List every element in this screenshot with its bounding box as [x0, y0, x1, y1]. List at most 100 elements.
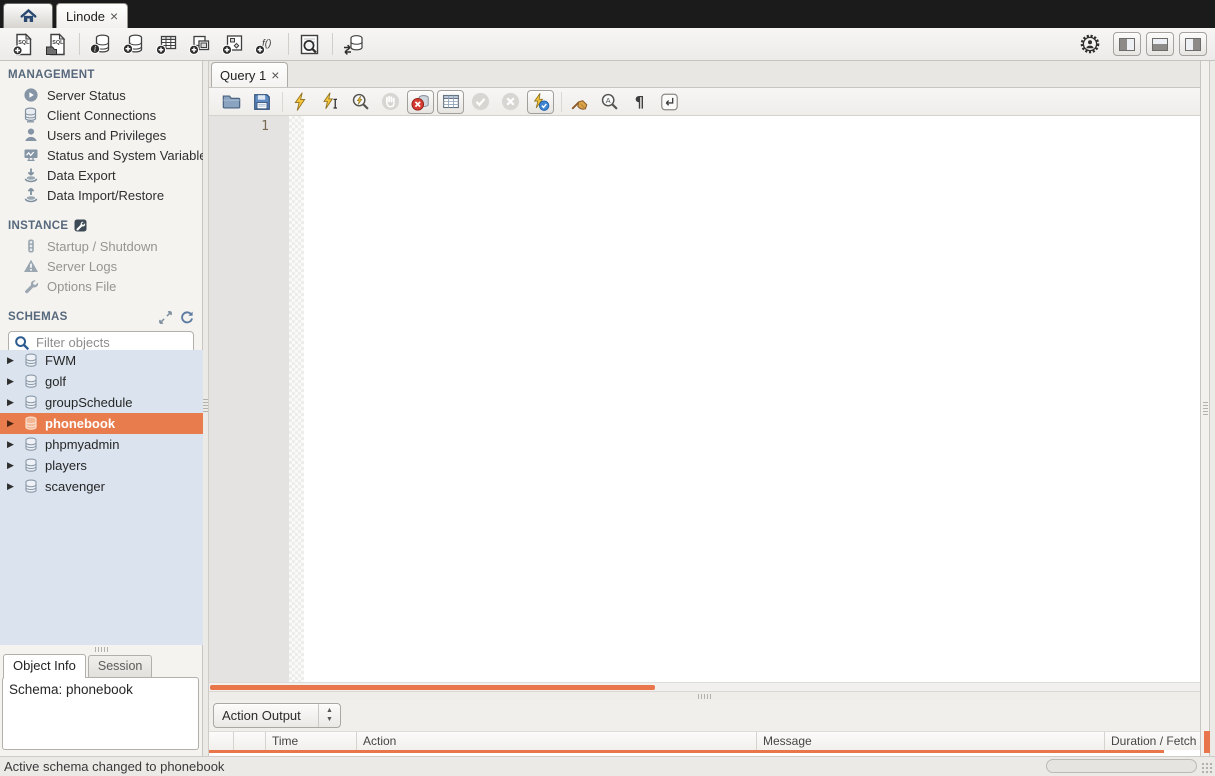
- sidebar-item-server-logs[interactable]: Server Logs: [0, 256, 202, 276]
- schema-row-scavenger[interactable]: ▶ scavenger: [0, 476, 203, 497]
- rollback-button[interactable]: [497, 90, 524, 114]
- close-icon[interactable]: ×: [110, 9, 118, 23]
- column-header-blank-2[interactable]: [234, 732, 266, 750]
- broom-icon: [569, 92, 590, 112]
- chevron-right-icon[interactable]: ▶: [7, 355, 16, 366]
- toggle-autocommit-button[interactable]: [527, 90, 554, 114]
- chevron-right-icon[interactable]: ▶: [7, 439, 16, 450]
- sidebar-item-options-file[interactable]: Options File: [0, 276, 202, 296]
- splitter-grip[interactable]: [203, 399, 208, 412]
- schema-row-phpmyadmin[interactable]: ▶ phpmyadmin: [0, 434, 203, 455]
- home-tab[interactable]: [3, 3, 53, 28]
- open-script-button[interactable]: [218, 90, 245, 114]
- open-sql-script-button[interactable]: SQL: [41, 30, 71, 58]
- sidebar-item-client-connections[interactable]: Client Connections: [0, 105, 202, 125]
- toggle-right-sidebar-button[interactable]: [1179, 32, 1207, 56]
- toggle-stop-on-error-button[interactable]: [407, 90, 434, 114]
- connection-tab-linode[interactable]: Linode ×: [56, 3, 128, 28]
- search-icon: [14, 335, 30, 351]
- sidebar-bottom-splitter[interactable]: [0, 646, 203, 653]
- execute-current-statement-button[interactable]: [317, 90, 344, 114]
- commit-button[interactable]: [467, 90, 494, 114]
- right-panel-icon: [1185, 38, 1201, 51]
- schema-row-phonebook[interactable]: ▶ phonebook: [0, 413, 203, 434]
- tab-object-info[interactable]: Object Info: [3, 654, 86, 678]
- sql-editor-toolbar: A ¶: [209, 87, 1200, 116]
- right-splitter[interactable]: [1200, 61, 1210, 756]
- status-scrollbar-thumb[interactable]: [1046, 759, 1197, 773]
- status-bar: Active schema changed to phonebook: [0, 756, 1215, 776]
- reconnect-dbms-button[interactable]: [338, 30, 368, 58]
- user-icon: [22, 127, 39, 143]
- query-tab-bar: Query 1 ×: [209, 61, 1200, 87]
- toggle-word-wrap-button[interactable]: [656, 90, 683, 114]
- schema-row-fwm[interactable]: ▶ FWM: [0, 350, 203, 371]
- connection-tab-label: Linode: [66, 9, 105, 24]
- toggle-bottom-panel-button[interactable]: [1146, 32, 1174, 56]
- sidebar-item-server-status[interactable]: Server Status: [0, 85, 202, 105]
- toggle-limit-rows-button[interactable]: [437, 90, 464, 114]
- column-header-action[interactable]: Action: [357, 732, 757, 750]
- schema-row-groupschedule[interactable]: ▶ groupSchedule: [0, 392, 203, 413]
- sql-code-editor: 1: [209, 116, 1200, 682]
- column-header-message[interactable]: Message: [757, 732, 1105, 750]
- sidebar-item-data-export[interactable]: Data Export: [0, 165, 202, 185]
- sql-editor-surface[interactable]: [304, 116, 1200, 682]
- chevron-right-icon[interactable]: ▶: [7, 460, 16, 471]
- create-schema-button[interactable]: [118, 30, 148, 58]
- refresh-schemas-icon[interactable]: [180, 310, 194, 324]
- tab-session[interactable]: Session: [88, 655, 152, 677]
- chevron-right-icon[interactable]: ▶: [7, 481, 16, 492]
- execute-button[interactable]: [287, 90, 314, 114]
- instance-wrench-badge-icon: [74, 219, 87, 232]
- chevron-right-icon[interactable]: ▶: [7, 376, 16, 387]
- sidebar-item-users-privileges[interactable]: Users and Privileges: [0, 125, 202, 145]
- create-table-button[interactable]: [151, 30, 181, 58]
- toggle-left-sidebar-button[interactable]: [1113, 32, 1141, 56]
- create-procedure-button[interactable]: [217, 30, 247, 58]
- window-resize-grip[interactable]: [1201, 762, 1214, 775]
- sidebar-item-startup-shutdown[interactable]: Startup / Shutdown: [0, 236, 202, 256]
- inspect-database-button[interactable]: i: [85, 30, 115, 58]
- status-message: Active schema changed to phonebook: [0, 757, 1215, 776]
- output-view-selector[interactable]: Action Output ▲ ▼: [213, 703, 341, 728]
- toolbar-separator: [282, 92, 283, 112]
- beautify-script-button[interactable]: [566, 90, 593, 114]
- splitter-grip[interactable]: [698, 694, 711, 699]
- scrollbar-thumb[interactable]: [210, 685, 655, 690]
- splitter-grip[interactable]: [95, 647, 108, 652]
- stop-query-button[interactable]: [377, 90, 404, 114]
- close-icon[interactable]: ×: [271, 68, 279, 82]
- spinner-arrows-icon[interactable]: ▲ ▼: [318, 704, 340, 727]
- chevron-right-icon[interactable]: ▶: [7, 418, 16, 429]
- save-script-button[interactable]: [248, 90, 275, 114]
- schema-row-players[interactable]: ▶ players: [0, 455, 203, 476]
- find-button[interactable]: A: [596, 90, 623, 114]
- toggle-invisible-characters-button[interactable]: ¶: [626, 90, 653, 114]
- create-function-button[interactable]: f(): [250, 30, 280, 58]
- column-header-time[interactable]: Time: [266, 732, 357, 750]
- editor-horizontal-scrollbar[interactable]: [209, 682, 1200, 691]
- sidebar-item-status-system-variables[interactable]: Status and System Variables: [0, 145, 202, 165]
- output-accent-bar: [209, 750, 1164, 753]
- sidebar-item-data-import[interactable]: Data Import/Restore: [0, 185, 202, 205]
- splitter-grip[interactable]: [1203, 402, 1208, 415]
- toolbar-separator: [561, 92, 562, 112]
- toolbar-right-group: [1075, 30, 1207, 58]
- editor-output-splitter[interactable]: [209, 691, 1200, 700]
- explain-plan-button[interactable]: [347, 90, 374, 114]
- find-magnifier-icon: A: [600, 92, 620, 112]
- output-vertical-scrollbar[interactable]: [1204, 731, 1210, 753]
- preferences-gear-user-icon[interactable]: [1075, 30, 1105, 58]
- create-view-button[interactable]: [184, 30, 214, 58]
- new-sql-tab-button[interactable]: SQL: [8, 30, 38, 58]
- chevron-right-icon[interactable]: ▶: [7, 397, 16, 408]
- tab-query-1[interactable]: Query 1 ×: [211, 62, 288, 87]
- column-header-duration-fetch[interactable]: Duration / Fetch: [1105, 732, 1200, 750]
- main-toolbar: SQL SQL i: [0, 28, 1215, 61]
- column-header-blank-1[interactable]: [209, 732, 234, 750]
- expand-panel-icon[interactable]: [159, 311, 172, 324]
- search-table-data-button[interactable]: [294, 30, 324, 58]
- toolbar-separator: [288, 33, 289, 55]
- schema-row-golf[interactable]: ▶ golf: [0, 371, 203, 392]
